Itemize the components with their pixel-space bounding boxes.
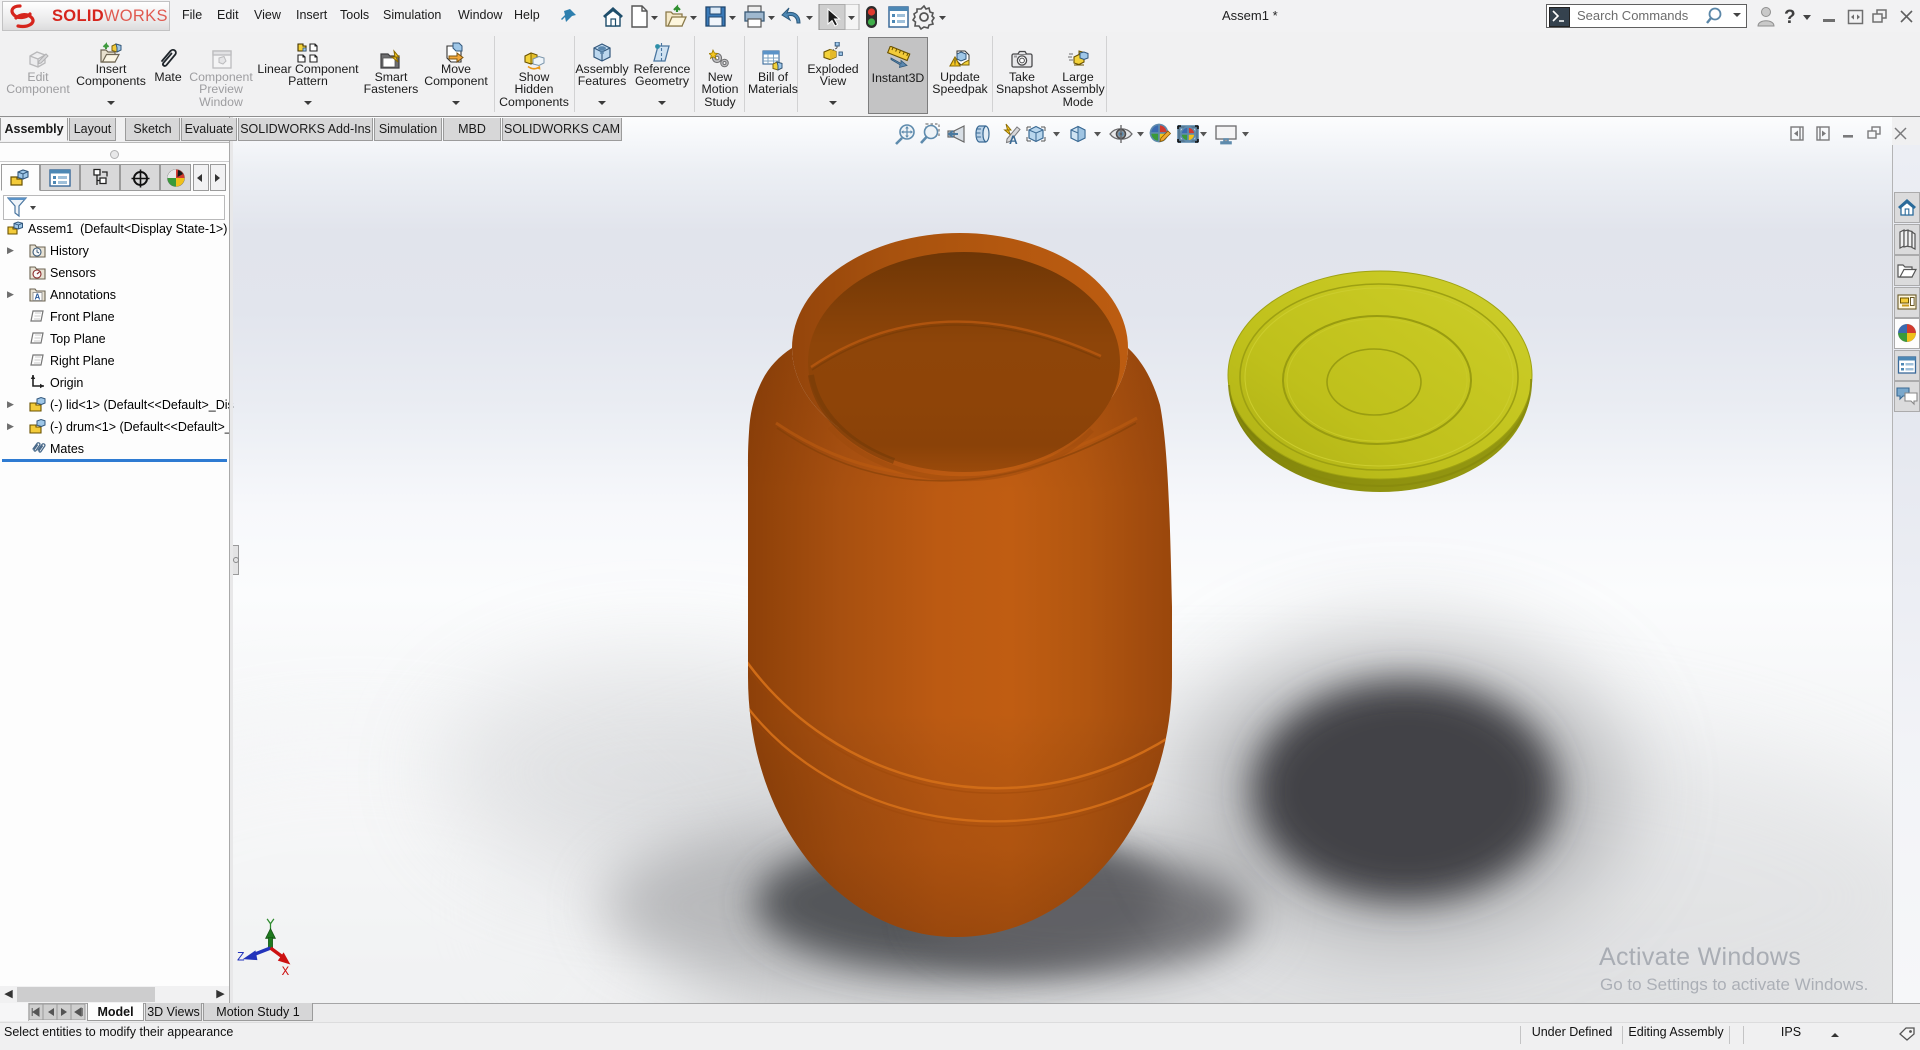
svg-text:?: ? [1784,7,1796,28]
svg-text:Z: Z [237,951,245,965]
svg-text:A: A [1009,133,1018,147]
svg-text:!: ! [954,58,957,67]
svg-text:X: X [282,965,290,979]
svg-text:A: A [35,293,41,302]
